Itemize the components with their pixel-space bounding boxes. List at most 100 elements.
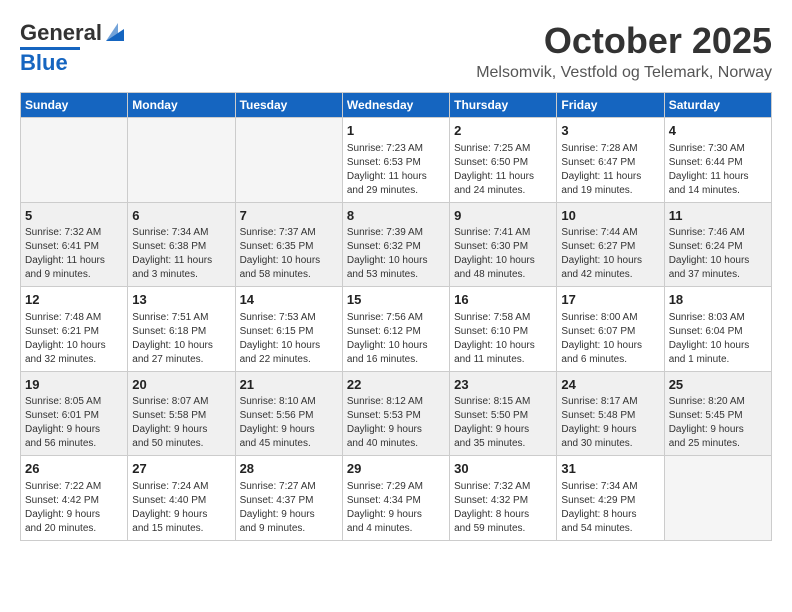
calendar-cell: [664, 456, 771, 541]
day-number: 3: [561, 122, 659, 140]
day-number: 28: [240, 460, 338, 478]
day-number: 16: [454, 291, 552, 309]
day-info: Sunrise: 7:53 AM Sunset: 6:15 PM Dayligh…: [240, 311, 338, 367]
day-info: Sunrise: 7:56 AM Sunset: 6:12 PM Dayligh…: [347, 311, 445, 367]
calendar-cell: 21Sunrise: 8:10 AM Sunset: 5:56 PM Dayli…: [235, 371, 342, 456]
day-info: Sunrise: 8:00 AM Sunset: 6:07 PM Dayligh…: [561, 311, 659, 367]
calendar-table: SundayMondayTuesdayWednesdayThursdayFrid…: [20, 92, 772, 541]
calendar-cell: 3Sunrise: 7:28 AM Sunset: 6:47 PM Daylig…: [557, 118, 664, 203]
day-number: 15: [347, 291, 445, 309]
calendar-cell: 26 Sunrise: 7:22 AM Sunset: 4:42 PM Dayli…: [21, 456, 128, 541]
weekday-header-wednesday: Wednesday: [342, 93, 449, 118]
day-info: Sunrise: 7:44 AM Sunset: 6:27 PM Dayligh…: [561, 226, 659, 282]
calendar-cell: 18Sunrise: 8:03 AM Sunset: 6:04 PM Dayli…: [664, 287, 771, 372]
day-number: 17: [561, 291, 659, 309]
day-number: 18: [669, 291, 767, 309]
weekday-header-sunday: Sunday: [21, 93, 128, 118]
day-info: Sunrise: 7:32 AM Sunset: 4:32 PM Dayligh…: [454, 480, 552, 536]
day-info: Sunrise: 7:24 AM Sunset: 4:40 PM Dayligh…: [132, 480, 230, 536]
weekday-header-thursday: Thursday: [450, 93, 557, 118]
day-number: 27: [132, 460, 230, 478]
day-number: 2: [454, 122, 552, 140]
day-number: 6: [132, 207, 230, 225]
day-info: Sunrise: 7:23 AM Sunset: 6:53 PM Dayligh…: [347, 142, 445, 198]
day-number: 22: [347, 376, 445, 394]
day-number: 7: [240, 207, 338, 225]
day-number: 9: [454, 207, 552, 225]
day-number: 24: [561, 376, 659, 394]
day-number: 26: [25, 460, 123, 478]
day-info: Sunrise: 8:07 AM Sunset: 5:58 PM Dayligh…: [132, 395, 230, 451]
day-number: 31: [561, 460, 659, 478]
day-number: 19: [25, 376, 123, 394]
logo-blue: Blue: [20, 50, 68, 76]
calendar-cell: 11Sunrise: 7:46 AM Sunset: 6:24 PM Dayli…: [664, 202, 771, 287]
location-title: Melsomvik, Vestfold og Telemark, Norway: [476, 64, 772, 82]
day-info: Sunrise: 7:30 AM Sunset: 6:44 PM Dayligh…: [669, 142, 767, 198]
day-info: Sunrise: 7:48 AM Sunset: 6:21 PM Dayligh…: [25, 311, 123, 367]
day-info: Sunrise: 7:27 AM Sunset: 4:37 PM Dayligh…: [240, 480, 338, 536]
weekday-header-monday: Monday: [128, 93, 235, 118]
day-info: Sunrise: 8:15 AM Sunset: 5:50 PM Dayligh…: [454, 395, 552, 451]
calendar-cell: 22Sunrise: 8:12 AM Sunset: 5:53 PM Dayli…: [342, 371, 449, 456]
day-number: 25: [669, 376, 767, 394]
calendar-cell: 29Sunrise: 7:29 AM Sunset: 4:34 PM Dayli…: [342, 456, 449, 541]
day-info: Sunrise: 7:41 AM Sunset: 6:30 PM Dayligh…: [454, 226, 552, 282]
calendar-cell: 8Sunrise: 7:39 AM Sunset: 6:32 PM Daylig…: [342, 202, 449, 287]
day-number: 21: [240, 376, 338, 394]
day-number: 29: [347, 460, 445, 478]
page-header: General Blue October 2025 Melsomvik, Ves…: [20, 20, 772, 82]
day-info: Sunrise: 8:10 AM Sunset: 5:56 PM Dayligh…: [240, 395, 338, 451]
day-number: 11: [669, 207, 767, 225]
calendar-cell: 31 Sunrise: 7:34 AM Sunset: 4:29 PM Dayli…: [557, 456, 664, 541]
calendar-cell: 15 Sunrise: 7:56 AM Sunset: 6:12 PM Dayli…: [342, 287, 449, 372]
weekday-header-tuesday: Tuesday: [235, 93, 342, 118]
calendar-cell: [21, 118, 128, 203]
logo: General Blue: [20, 20, 126, 76]
month-title: October 2025: [476, 20, 772, 62]
calendar-cell: [235, 118, 342, 203]
day-number: 30: [454, 460, 552, 478]
day-number: 23: [454, 376, 552, 394]
day-info: Sunrise: 7:37 AM Sunset: 6:35 PM Dayligh…: [240, 226, 338, 282]
calendar-cell: 5Sunrise: 7:32 AM Sunset: 6:41 PM Daylig…: [21, 202, 128, 287]
calendar-cell: 12 Sunrise: 7:48 AM Sunset: 6:21 PM Dayli…: [21, 287, 128, 372]
day-info: Sunrise: 7:34 AM Sunset: 6:38 PM Dayligh…: [132, 226, 230, 282]
day-number: 10: [561, 207, 659, 225]
day-info: Sunrise: 8:20 AM Sunset: 5:45 PM Dayligh…: [669, 395, 767, 451]
calendar-cell: 24Sunrise: 8:17 AM Sunset: 5:48 PM Dayli…: [557, 371, 664, 456]
logo-general: General: [20, 20, 102, 46]
calendar-cell: 17 Sunrise: 8:00 AM Sunset: 6:07 PM Dayli…: [557, 287, 664, 372]
calendar-cell: 7Sunrise: 7:37 AM Sunset: 6:35 PM Daylig…: [235, 202, 342, 287]
day-info: Sunrise: 8:17 AM Sunset: 5:48 PM Dayligh…: [561, 395, 659, 451]
calendar-cell: 30 Sunrise: 7:32 AM Sunset: 4:32 PM Dayli…: [450, 456, 557, 541]
day-info: Sunrise: 7:51 AM Sunset: 6:18 PM Dayligh…: [132, 311, 230, 367]
day-info: Sunrise: 7:58 AM Sunset: 6:10 PM Dayligh…: [454, 311, 552, 367]
calendar-cell: 14 Sunrise: 7:53 AM Sunset: 6:15 PM Dayli…: [235, 287, 342, 372]
title-block: October 2025 Melsomvik, Vestfold og Tele…: [476, 20, 772, 82]
day-number: 12: [25, 291, 123, 309]
calendar-cell: 10Sunrise: 7:44 AM Sunset: 6:27 PM Dayli…: [557, 202, 664, 287]
calendar-cell: 25Sunrise: 8:20 AM Sunset: 5:45 PM Dayli…: [664, 371, 771, 456]
day-info: Sunrise: 8:12 AM Sunset: 5:53 PM Dayligh…: [347, 395, 445, 451]
calendar-cell: 27 Sunrise: 7:24 AM Sunset: 4:40 PM Dayli…: [128, 456, 235, 541]
day-number: 13: [132, 291, 230, 309]
weekday-header-saturday: Saturday: [664, 93, 771, 118]
day-number: 8: [347, 207, 445, 225]
calendar-cell: 9Sunrise: 7:41 AM Sunset: 6:30 PM Daylig…: [450, 202, 557, 287]
calendar-cell: 2 Sunrise: 7:25 AM Sunset: 6:50 PM Daylig…: [450, 118, 557, 203]
day-info: Sunrise: 7:34 AM Sunset: 4:29 PM Dayligh…: [561, 480, 659, 536]
day-number: 1: [347, 122, 445, 140]
day-info: Sunrise: 7:22 AM Sunset: 4:42 PM Dayligh…: [25, 480, 123, 536]
day-number: 14: [240, 291, 338, 309]
calendar-cell: 23Sunrise: 8:15 AM Sunset: 5:50 PM Dayli…: [450, 371, 557, 456]
calendar-cell: 6Sunrise: 7:34 AM Sunset: 6:38 PM Daylig…: [128, 202, 235, 287]
calendar-cell: 16 Sunrise: 7:58 AM Sunset: 6:10 PM Dayli…: [450, 287, 557, 372]
calendar-cell: 20Sunrise: 8:07 AM Sunset: 5:58 PM Dayli…: [128, 371, 235, 456]
day-number: 5: [25, 207, 123, 225]
calendar-cell: [128, 118, 235, 203]
day-info: Sunrise: 7:46 AM Sunset: 6:24 PM Dayligh…: [669, 226, 767, 282]
weekday-header-friday: Friday: [557, 93, 664, 118]
day-info: Sunrise: 7:39 AM Sunset: 6:32 PM Dayligh…: [347, 226, 445, 282]
day-info: Sunrise: 7:25 AM Sunset: 6:50 PM Dayligh…: [454, 142, 552, 198]
